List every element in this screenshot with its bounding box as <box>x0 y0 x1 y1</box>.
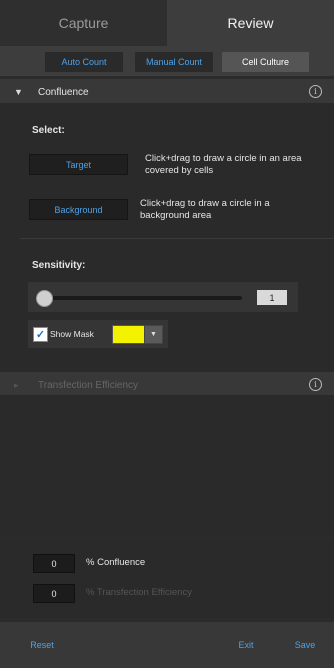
tab-manual-count[interactable]: Manual Count <box>135 52 213 72</box>
chevron-down-icon[interactable]: ▼ <box>144 325 163 344</box>
divider <box>20 238 334 239</box>
transfection-result-label: % Transfection Efficiency <box>86 587 192 598</box>
reset-button[interactable]: Reset <box>14 622 70 668</box>
exit-button[interactable]: Exit <box>216 622 276 668</box>
transfection-title: Transfection Efficiency <box>38 379 139 391</box>
target-hint: Click+drag to draw a circle in an area c… <box>145 153 302 176</box>
sensitivity-value-field[interactable]: 1 <box>257 290 287 305</box>
confluence-result-value: 0 <box>33 554 75 573</box>
tab-cell-culture[interactable]: Cell Culture <box>222 52 309 72</box>
sensitivity-slider-track[interactable] <box>42 296 242 300</box>
tab-review[interactable]: Review <box>167 0 334 46</box>
background-hint: Click+drag to draw a circle in a backgro… <box>140 198 270 221</box>
confluence-section-header[interactable]: ▼ Confluence i <box>0 79 334 105</box>
save-button[interactable]: Save <box>280 622 330 668</box>
confluence-title: Confluence <box>38 86 89 98</box>
results-area <box>0 540 334 618</box>
tab-capture[interactable]: Capture <box>0 0 167 46</box>
info-icon[interactable]: i <box>309 85 322 98</box>
select-label: Select: <box>32 125 65 136</box>
chevron-right-icon: ▸ <box>14 379 19 390</box>
confluence-result-label: % Confluence <box>86 557 146 568</box>
transfection-panel <box>0 395 334 535</box>
show-mask-label: Show Mask <box>50 329 94 339</box>
sub-tabs: Auto Count Manual Count Cell Culture <box>0 46 334 76</box>
info-icon[interactable]: i <box>309 378 322 391</box>
sensitivity-label: Sensitivity: <box>32 260 86 271</box>
transfection-result-value: 0 <box>33 584 75 603</box>
show-mask-checkbox[interactable]: ✓ <box>33 327 48 342</box>
background-button[interactable]: Background <box>29 199 128 220</box>
sensitivity-slider-thumb[interactable] <box>36 290 53 307</box>
chevron-down-icon: ▼ <box>14 87 23 97</box>
mask-color-swatch[interactable] <box>112 325 145 344</box>
target-button[interactable]: Target <box>29 154 128 175</box>
tab-auto-count[interactable]: Auto Count <box>45 52 123 72</box>
top-tabs: Capture Review <box>0 0 334 46</box>
